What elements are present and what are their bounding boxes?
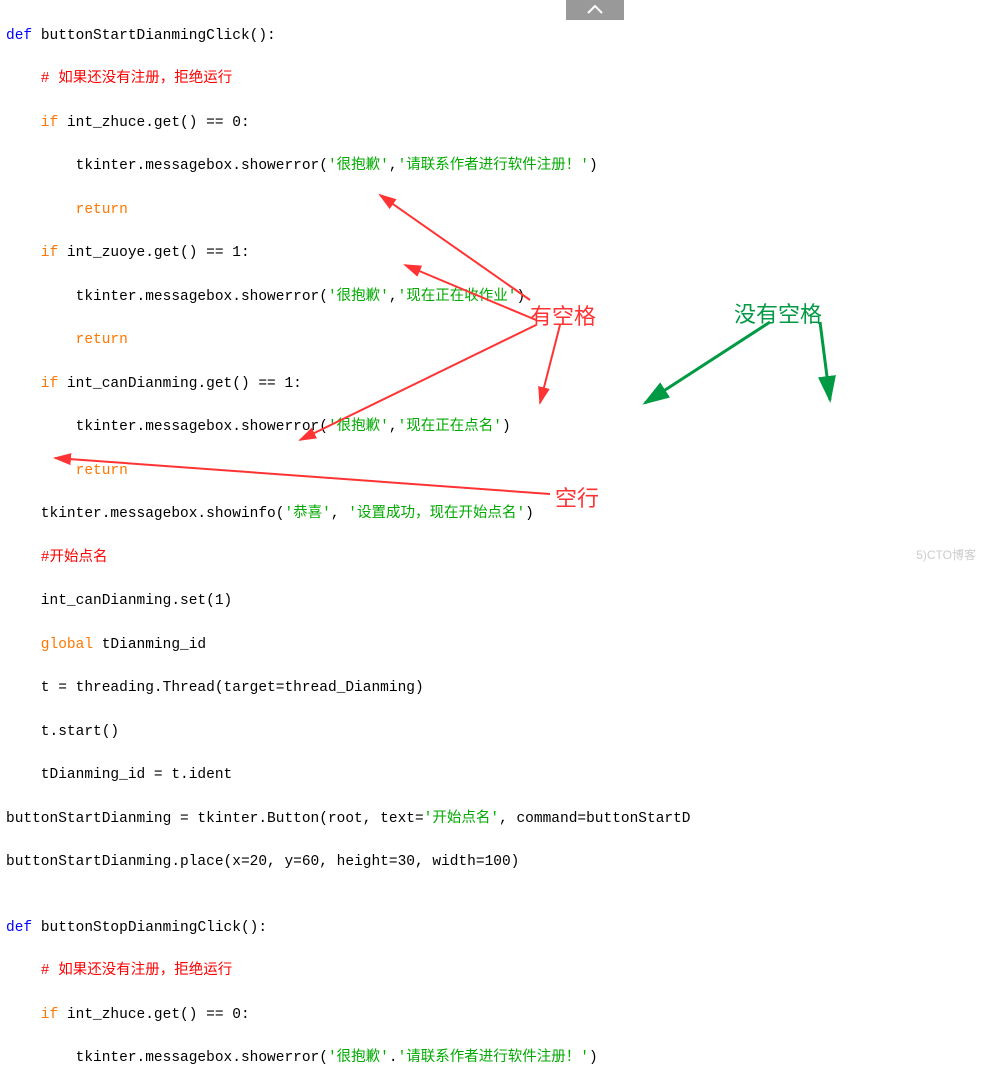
chevron-up-icon	[587, 5, 603, 15]
watermark: 5)CTO博客	[916, 546, 976, 564]
keyword-global: global	[6, 637, 102, 653]
annotation-with-space: 有空格	[530, 300, 596, 333]
annotation-no-space: 没有空格	[734, 298, 822, 331]
collapse-up-button[interactable]	[566, 0, 624, 20]
keyword-return: return	[6, 202, 128, 218]
keyword-def: def	[6, 28, 41, 44]
annotation-blank-line: 空行	[555, 482, 599, 515]
keyword-if: if	[6, 115, 67, 131]
code-block: def buttonStartDianmingClick(): # 如果还没有注…	[0, 0, 982, 1092]
comment: # 如果还没有注册，拒绝运行	[6, 71, 232, 87]
